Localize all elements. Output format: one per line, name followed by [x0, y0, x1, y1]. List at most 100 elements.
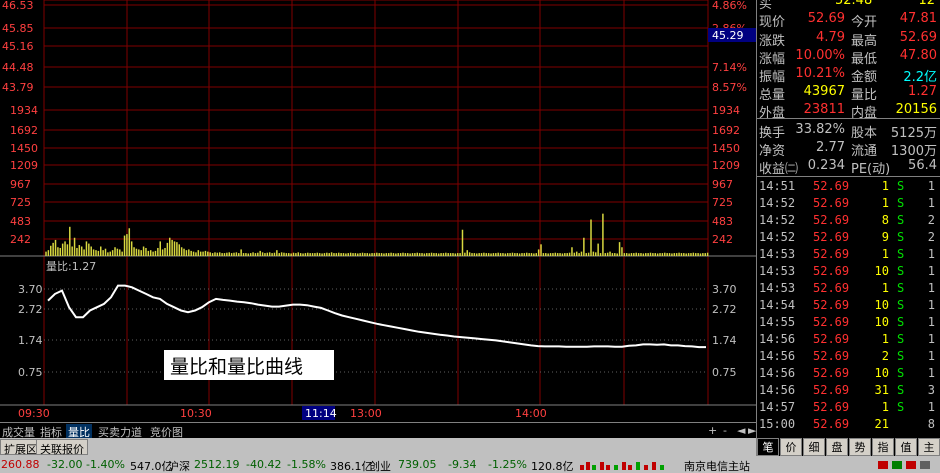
tick-volume: 1: [881, 196, 889, 210]
right-panel-tab[interactable]: 势: [849, 438, 871, 456]
quote-label-right: 今开: [851, 15, 878, 30]
tick-side: S: [897, 179, 905, 193]
tick-row[interactable]: 14:52 52.69 1 S 1: [757, 195, 940, 212]
indicator-tab[interactable]: 量比: [66, 424, 92, 439]
tick-row[interactable]: 14:56 52.69 31 S 3: [757, 382, 940, 399]
quote-value-left: 52.69: [807, 11, 845, 26]
extension-tab[interactable]: 扩展区: [0, 439, 41, 456]
volume-axis-label-left: 483: [10, 215, 31, 228]
tick-side: S: [897, 230, 905, 244]
tick-row[interactable]: 14:52 52.69 8 S 2: [757, 212, 940, 229]
tick-count: 1: [927, 315, 935, 329]
extension-tab[interactable]: 关联报价: [36, 439, 88, 456]
status-index1-change: -32.00: [47, 458, 83, 471]
quote-value-right: 47.81: [899, 11, 937, 26]
tick-count: 2: [927, 213, 935, 227]
right-panel-tab[interactable]: 笔: [757, 438, 779, 456]
indicator-tab[interactable]: 竞价图: [148, 424, 185, 439]
indicator-tab[interactable]: 成交量: [0, 424, 37, 439]
tick-price: 52.69: [813, 179, 850, 193]
tick-volume: 2: [881, 349, 889, 363]
right-panel-tab[interactable]: 值: [895, 438, 917, 456]
right-panel-tab[interactable]: 指: [872, 438, 894, 456]
annotation-text: 量比和量比曲线: [170, 356, 303, 378]
status-index2-amount: 386.1亿: [330, 460, 373, 473]
tick-count: 3: [927, 383, 935, 397]
quote-label-right: PE(动): [851, 162, 891, 177]
right-panel-tab[interactable]: 细: [803, 438, 825, 456]
tick-time: 14:52: [759, 230, 796, 244]
price-axis-label: 45.16: [2, 40, 34, 53]
tick-price: 52.69: [813, 213, 850, 227]
quote-value-left: 0.234: [807, 158, 845, 173]
tick-volume: 10: [874, 366, 889, 380]
quote-top-right: 12: [918, 0, 935, 8]
indicator-tab-bar: 成交量 指标 量比 买卖力道 竞价图 + - ◄ ►: [0, 422, 758, 439]
tick-count: 1: [927, 400, 935, 414]
tab-control-button[interactable]: -: [721, 424, 729, 438]
tab-control-button[interactable]: +: [706, 424, 719, 438]
tick-price: 52.69: [813, 281, 850, 295]
tab-control-button[interactable]: ►: [746, 424, 758, 438]
tick-row[interactable]: 14:53 52.69 1 S 1: [757, 246, 940, 263]
tick-count: 1: [927, 349, 935, 363]
status-station[interactable]: 南京电信主站: [684, 458, 750, 473]
volume-axis-label-left: 242: [10, 233, 31, 246]
tick-count: 1: [927, 247, 935, 261]
indicator-tab[interactable]: 买卖力道: [96, 424, 144, 439]
tick-row[interactable]: 14:56 52.69 10 S 1: [757, 365, 940, 382]
right-panel-tab[interactable]: 主: [918, 438, 940, 456]
tick-row[interactable]: 14:54 52.69 10 S 1: [757, 297, 940, 314]
volume-axis-label-left: 1450: [10, 142, 38, 155]
status-index3-name: 创业: [369, 460, 391, 473]
tick-time: 14:53: [759, 281, 796, 295]
tick-row[interactable]: 14:53 52.69 10 S 1: [757, 263, 940, 280]
pct-axis-label: 8.57%: [712, 81, 747, 94]
quote-value-left: 10.21%: [795, 66, 845, 81]
indicator-tab[interactable]: 指标: [38, 424, 64, 439]
tick-row[interactable]: 14:53 52.69 1 S 1: [757, 280, 940, 297]
quote-row: 总量 43967 量比 1.27: [757, 83, 940, 103]
quote-row: 涨幅 10.00% 最低 47.80: [757, 47, 940, 67]
status-index3-value: 739.05: [398, 458, 437, 471]
right-panel-tab[interactable]: 价: [780, 438, 802, 456]
ratio-axis-label-left: 2.72: [18, 303, 43, 316]
tick-side: S: [897, 383, 905, 397]
quote-value-right: 47.80: [899, 48, 937, 63]
price-axis-label: 45.85: [2, 22, 34, 35]
tick-time: 14:54: [759, 298, 796, 312]
tick-price: 52.69: [813, 332, 850, 346]
tick-row[interactable]: 14:56 52.69 1 S 1: [757, 331, 940, 348]
volume-axis-label-right: 1209: [712, 159, 740, 172]
tick-volume: 1: [881, 332, 889, 346]
tick-price: 52.69: [813, 247, 850, 261]
tick-row[interactable]: 14:56 52.69 2 S 1: [757, 348, 940, 365]
status-index2-value: 2512.19: [194, 458, 240, 471]
volume-axis-label-left: 1934: [10, 104, 38, 117]
volume-axis-label-left: 725: [10, 196, 31, 209]
status-index3-amount: 120.8亿: [531, 460, 574, 473]
right-panel-tab[interactable]: 盘: [826, 438, 848, 456]
chart-canvas[interactable]: 46.5345.8545.1644.4843.794.86%2.86%7.14%…: [0, 0, 756, 422]
quote-label-left: 收益㈡: [759, 162, 799, 177]
tick-time: 14:56: [759, 349, 796, 363]
tick-price: 52.69: [813, 383, 850, 397]
intraday-chart[interactable]: 46.5345.8545.1644.4843.794.86%2.86%7.14%…: [0, 0, 756, 422]
quote-row: 振幅 10.21% 金额 2.2亿: [757, 65, 940, 85]
tick-row[interactable]: 15:00 52.69 21 8: [757, 416, 940, 433]
tick-row[interactable]: 14:57 52.69 1 S 1: [757, 399, 940, 416]
ratio-axis-label-left: 1.74: [18, 334, 43, 347]
tick-row[interactable]: 14:55 52.69 10 S 1: [757, 314, 940, 331]
tick-time: 14:51: [759, 179, 796, 193]
price-axis-label: 46.53: [2, 0, 34, 12]
tick-time: 14:56: [759, 366, 796, 380]
tick-count: 2: [927, 230, 935, 244]
time-axis-label: 10:30: [180, 407, 212, 420]
tick-price: 52.69: [813, 366, 850, 380]
tick-volume: 1: [881, 179, 889, 193]
tick-volume: 10: [874, 315, 889, 329]
tick-row[interactable]: 14:51 52.69 1 S 1: [757, 178, 940, 195]
price-tag-label: 45.29: [712, 29, 744, 42]
tick-row[interactable]: 14:52 52.69 9 S 2: [757, 229, 940, 246]
ratio-axis-label-left: 0.75: [18, 366, 43, 379]
